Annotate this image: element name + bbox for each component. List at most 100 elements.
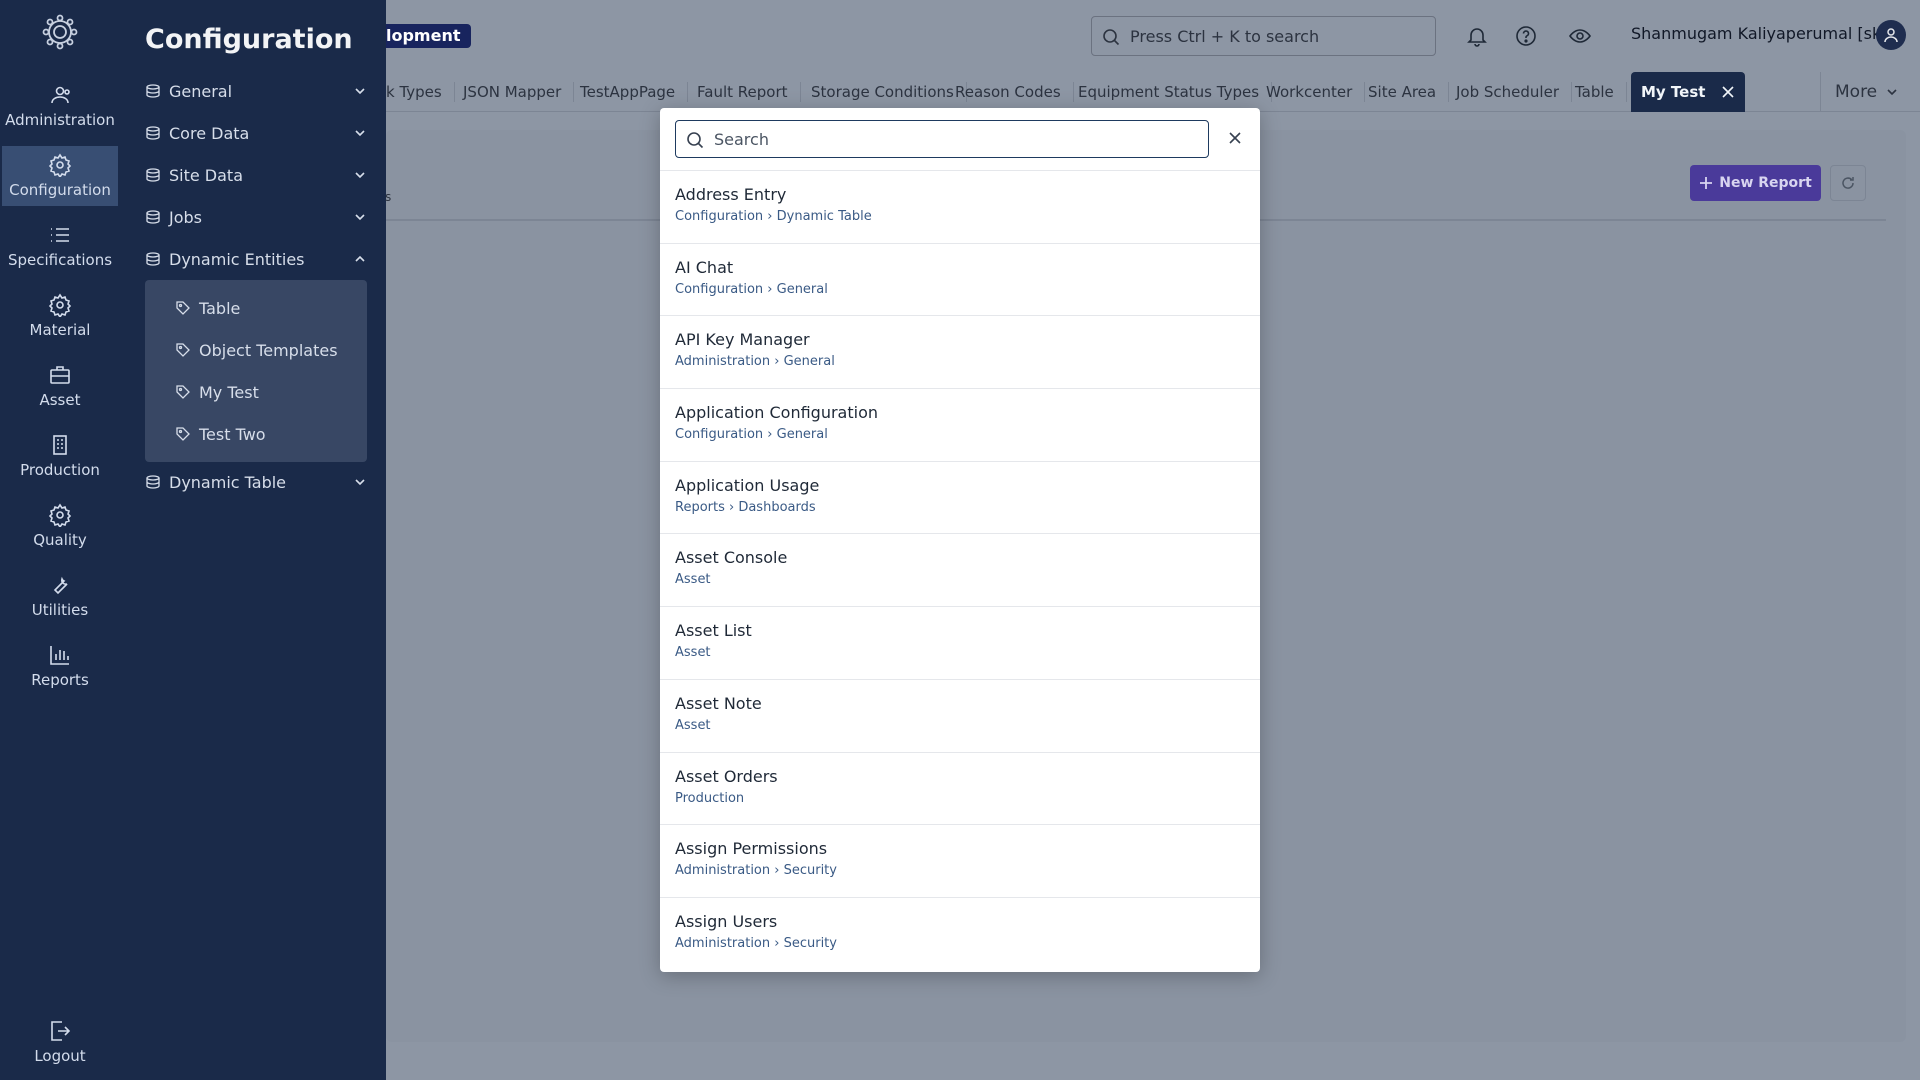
tag-icon xyxy=(175,426,191,442)
subnav-item-jobs[interactable]: Jobs xyxy=(145,203,367,231)
logout-label: Logout xyxy=(34,1047,86,1065)
tab-storage-conditions[interactable]: Storage Conditions xyxy=(799,82,967,102)
tab-job-scheduler[interactable]: Job Scheduler xyxy=(1444,82,1572,102)
subnav-child-label: My Test xyxy=(199,382,259,402)
refresh-icon xyxy=(1842,177,1854,189)
subnav-child-object-templates[interactable]: Object Templates xyxy=(175,336,338,364)
search-result-item[interactable]: AI Chat Configuration › General xyxy=(660,242,1260,316)
search-result-item[interactable]: API Key Manager Administration › General xyxy=(660,315,1260,388)
tab-equipment-status-types[interactable]: Equipment Status Types xyxy=(1066,82,1273,102)
rail-item-administration[interactable]: Administration xyxy=(2,76,118,136)
logout-button[interactable]: Logout xyxy=(2,1012,118,1072)
subnav-item-site-data[interactable]: Site Data xyxy=(145,161,367,189)
rail-item-asset[interactable]: Asset xyxy=(2,356,118,416)
result-title: Address Entry xyxy=(675,185,787,204)
result-title: Asset Note xyxy=(675,693,762,713)
database-icon xyxy=(145,474,161,490)
bar-chart-icon xyxy=(50,646,69,665)
result-path: Administration › Security xyxy=(675,935,837,951)
more-tabs-button[interactable]: More xyxy=(1820,72,1920,112)
rail-label: Production xyxy=(20,461,100,479)
database-icon xyxy=(145,167,161,183)
result-title: Assign Permissions xyxy=(675,839,828,859)
database-icon xyxy=(145,125,161,141)
dynamic-entities-group: Table Object Templates My Test Test Two xyxy=(145,280,367,462)
subnav-child-my-test[interactable]: My Test xyxy=(175,378,259,406)
rail-item-quality[interactable]: Quality xyxy=(2,496,118,556)
rail-item-configuration[interactable]: Configuration xyxy=(2,146,118,206)
result-path: Configuration › Dynamic Table xyxy=(675,209,872,224)
gear-icon xyxy=(48,293,72,317)
result-title: Asset Orders xyxy=(675,766,778,786)
rail-item-production[interactable]: Production xyxy=(2,426,118,486)
result-title: Asset Console xyxy=(675,548,788,568)
subnav-item-dynamic-entities[interactable]: Dynamic Entities xyxy=(145,245,367,273)
subnav-label: Dynamic Entities xyxy=(169,249,305,269)
result-title: Assign Users xyxy=(675,911,778,931)
tab-k-types[interactable]: k Types xyxy=(386,82,455,102)
subnav-item-core-data[interactable]: Core Data xyxy=(145,119,367,147)
tab-bar: k Types JSON Mapper TestAppPage Fault Re… xyxy=(386,72,1920,112)
search-result-item[interactable]: Address Entry Configuration › Dynamic Tab… xyxy=(660,170,1260,243)
result-path: Administration › General xyxy=(675,354,835,370)
tab-my-test[interactable]: My Test xyxy=(1631,72,1746,112)
subnav-child-label: Table xyxy=(199,298,241,318)
bell-icon[interactable] xyxy=(1465,24,1489,48)
tab-fault-report[interactable]: Fault Report xyxy=(685,82,801,102)
help-icon[interactable] xyxy=(1514,24,1538,48)
subnav-child-label: Test Two xyxy=(199,424,266,444)
rail-item-material[interactable]: Material xyxy=(2,286,118,346)
close-icon[interactable] xyxy=(1721,85,1735,99)
search-result-item[interactable]: Asset Orders Production xyxy=(660,751,1260,825)
content-text-fragment: s xyxy=(385,190,392,204)
users-icon xyxy=(51,86,70,104)
result-path: Reports › Dashboards xyxy=(675,499,816,515)
subnav-item-dynamic-table[interactable]: Dynamic Table xyxy=(145,468,367,496)
database-icon xyxy=(145,209,161,225)
tab-workcenter[interactable]: Workcenter xyxy=(1254,82,1366,102)
chevron-down-icon xyxy=(355,479,365,486)
config-subnav: Configuration General Core Data Site Dat… xyxy=(120,0,386,1080)
tab-table[interactable]: Table xyxy=(1563,82,1627,102)
search-result-item[interactable]: Application Usage Reports › Dashboards xyxy=(660,460,1260,534)
close-icon[interactable] xyxy=(1225,128,1245,148)
search-result-item[interactable]: Asset Note Asset xyxy=(660,678,1260,752)
database-icon xyxy=(145,83,161,99)
search-icon xyxy=(1103,29,1120,46)
tab-testapppage[interactable]: TestAppPage xyxy=(568,82,689,102)
tag-icon xyxy=(175,384,191,400)
tab-site-area[interactable]: Site Area xyxy=(1356,82,1450,102)
tab-json-mapper[interactable]: JSON Mapper xyxy=(451,82,575,102)
result-title: Application Configuration xyxy=(675,403,878,423)
tag-icon xyxy=(175,342,191,358)
eye-icon[interactable] xyxy=(1568,24,1592,48)
avatar[interactable] xyxy=(1876,20,1906,50)
user-name[interactable]: Shanmugam Kaliyaperumal [sk] xyxy=(1631,24,1888,43)
rail-item-specifications[interactable]: Specifications xyxy=(2,216,118,276)
search-result-item[interactable]: Assign Permissions Administration › Secur… xyxy=(660,824,1260,897)
app-logo-icon[interactable] xyxy=(0,12,120,52)
search-result-item[interactable]: Asset List Asset xyxy=(660,606,1260,679)
subnav-child-test-two[interactable]: Test Two xyxy=(175,420,266,448)
global-search-input[interactable]: Press Ctrl + K to search xyxy=(1091,16,1436,56)
result-path: Configuration › General xyxy=(675,427,828,443)
gear-icon xyxy=(48,503,72,527)
new-report-button[interactable]: New Report xyxy=(1690,165,1821,201)
rail-label: Specifications xyxy=(7,251,113,269)
subnav-item-general[interactable]: General xyxy=(145,77,367,105)
search-result-item[interactable]: Asset Console Asset xyxy=(660,533,1260,606)
refresh-button[interactable] xyxy=(1830,165,1866,201)
chevron-down-icon xyxy=(355,172,365,179)
search-result-item[interactable]: Application Configuration Configuration ›… xyxy=(660,388,1260,461)
search-result-item[interactable]: Assign Users Administration › Security xyxy=(660,896,1260,970)
rail-item-reports[interactable]: Reports xyxy=(2,636,118,696)
subnav-child-table[interactable]: Table xyxy=(175,294,240,322)
tab-reason-codes[interactable]: Reason Codes xyxy=(943,82,1074,102)
modal-search-input[interactable]: Search xyxy=(675,120,1209,158)
search-icon xyxy=(687,132,704,149)
rail-label: Utilities xyxy=(31,601,89,619)
rail-label: Reports xyxy=(31,671,89,689)
chevron-down-icon xyxy=(355,214,365,221)
rail-item-utilities[interactable]: Utilities xyxy=(2,566,118,626)
database-icon xyxy=(145,251,161,267)
